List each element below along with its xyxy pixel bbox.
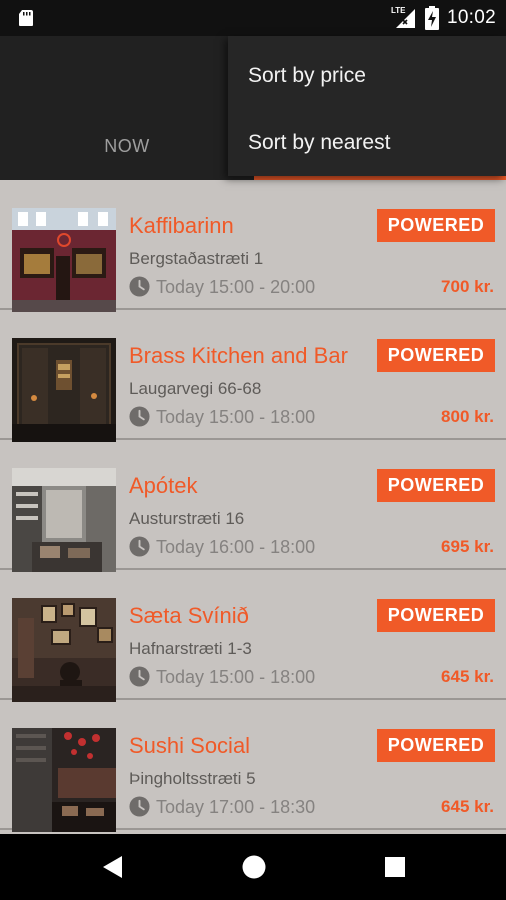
list-item[interactable]: Sushi Social POWERED Þingholtsstræti 5 T… [0, 700, 506, 832]
price: 695 kr. [441, 537, 494, 556]
powered-badge: POWERED [377, 599, 495, 632]
list-item[interactable]: Apótek POWERED Austurstræti 16 Today 16:… [0, 440, 506, 572]
clock-icon [129, 666, 150, 687]
list-item[interactable]: Brass Kitchen and Bar POWERED Laugarvegi… [0, 310, 506, 442]
place-photo [12, 208, 116, 312]
price: 800 kr. [441, 407, 494, 426]
place-address: Laugarvegi 66-68 [129, 379, 262, 398]
price: 645 kr. [441, 797, 494, 816]
place-photo [12, 468, 116, 572]
powered-badge: POWERED [377, 469, 495, 502]
clock-icon [129, 276, 150, 297]
powered-badge: POWERED [377, 209, 495, 242]
list-item[interactable]: Sæta Svínið POWERED Hafnarstræti 1-3 Tod… [0, 570, 506, 702]
battery-charging-icon [424, 6, 439, 30]
tab-now[interactable]: NOW [76, 136, 178, 157]
list-item[interactable]: Kaffibarinn POWERED Bergstaðastræti 1 To… [0, 180, 506, 312]
place-address: Þingholtsstræti 5 [129, 769, 256, 788]
place-photo [12, 338, 116, 442]
happy-hour-time: Today 17:00 - 18:30 [156, 797, 316, 817]
places-list[interactable]: Kaffibarinn POWERED Bergstaðastræti 1 To… [0, 180, 506, 834]
home-icon[interactable] [239, 852, 269, 882]
happy-hour-time: Today 16:00 - 18:00 [156, 537, 316, 557]
place-name: Brass Kitchen and Bar [129, 343, 348, 368]
sort-by-price-menu-item[interactable]: Sort by price [248, 64, 366, 88]
navigation-bar [0, 834, 506, 900]
sort-by-nearest-menu-item[interactable]: Sort by nearest [248, 131, 390, 155]
happy-hour-time: Today 15:00 - 18:00 [156, 667, 316, 687]
powered-badge: POWERED [377, 729, 495, 762]
lte-signal-icon: LTE [391, 6, 417, 30]
place-address: Austurstræti 16 [129, 509, 245, 528]
status-bar: LTE 10:02 [0, 0, 506, 36]
place-name: Sæta Svínið [129, 603, 249, 628]
happy-hour-time: Today 15:00 - 18:00 [156, 407, 316, 427]
place-address: Hafnarstræti 1-3 [129, 639, 252, 658]
place-name: Sushi Social [129, 733, 251, 758]
powered-badge: POWERED [377, 339, 495, 372]
sort-menu: Sort by price Sort by nearest [228, 36, 506, 176]
price: 700 kr. [441, 277, 494, 296]
place-name: Kaffibarinn [129, 213, 234, 238]
clock-icon [129, 796, 150, 817]
price: 645 kr. [441, 667, 494, 686]
clock-time: 10:02 [446, 7, 496, 28]
place-photo [12, 728, 116, 832]
clock-icon [129, 536, 150, 557]
happy-hour-time: Today 15:00 - 20:00 [156, 277, 316, 297]
sd-card-icon [19, 10, 33, 26]
back-icon[interactable] [98, 852, 128, 882]
recents-icon[interactable] [380, 852, 410, 882]
place-name: Apótek [129, 473, 198, 498]
clock-icon [129, 406, 150, 427]
place-photo [12, 598, 116, 702]
place-address: Bergstaðastræti 1 [129, 249, 264, 268]
